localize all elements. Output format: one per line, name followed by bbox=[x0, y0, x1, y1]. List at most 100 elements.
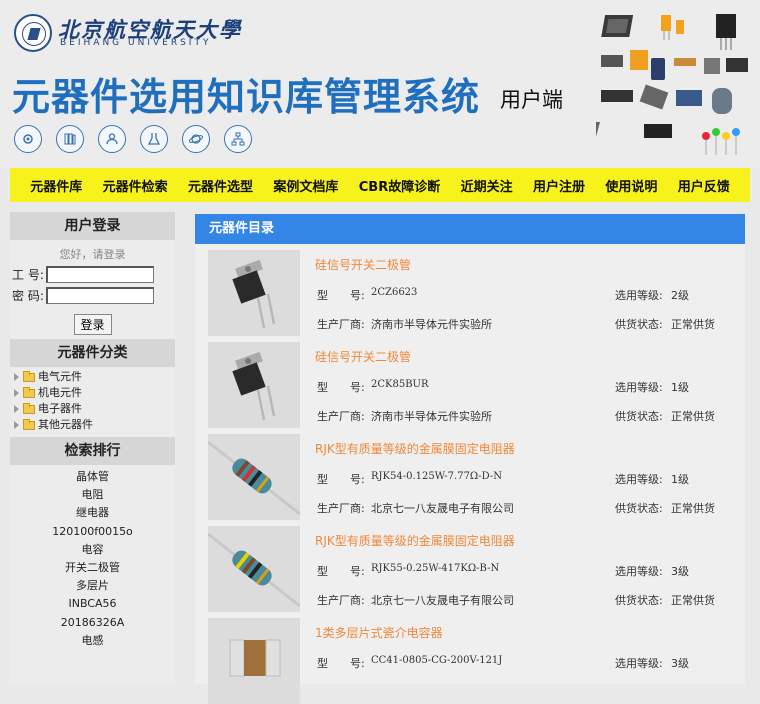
nav-register[interactable]: 用户注册 bbox=[533, 176, 585, 195]
books-icon[interactable] bbox=[56, 125, 84, 153]
led-icon bbox=[702, 128, 740, 155]
expand-arrow-icon[interactable] bbox=[14, 421, 19, 429]
catalog-item: 1类多层片式瓷介电容器 型 号: CC41-0805-CG-200V-121J … bbox=[195, 612, 745, 704]
login-heading: 用户登录 bbox=[10, 212, 175, 240]
capacitor-image[interactable] bbox=[208, 618, 300, 704]
password-row: 密 码: bbox=[12, 287, 175, 304]
catalog-item: 硅信号开关二极管 型 号: 2CK85BUR 选用等级: 1级 生产厂商: 济南… bbox=[195, 336, 745, 428]
login-hint: 您好，请登录 bbox=[59, 248, 126, 261]
id-row: 工 号: bbox=[12, 266, 175, 283]
ranking-item[interactable]: 开关二极管 bbox=[10, 559, 175, 577]
supply-value: 正常供货 bbox=[671, 410, 715, 423]
grade-value: 3级 bbox=[671, 657, 689, 670]
nav-case-library[interactable]: 案例文档库 bbox=[273, 176, 338, 195]
ranking-item[interactable]: 电阻 bbox=[10, 486, 175, 504]
category-item-electromechanical[interactable]: 机电元件 bbox=[14, 385, 175, 401]
expand-arrow-icon[interactable] bbox=[14, 373, 19, 381]
catalog-heading: 元器件目录 bbox=[195, 214, 745, 244]
category-item-electronic[interactable]: 电子器件 bbox=[14, 401, 175, 417]
ranking-item[interactable]: 晶体管 bbox=[10, 468, 175, 486]
category-item-other[interactable]: 其他元器件 bbox=[14, 417, 175, 433]
item-title[interactable]: RJK型有质量等级的金属膜固定电阻器 bbox=[315, 440, 515, 457]
nav-component-selection[interactable]: 元器件选型 bbox=[188, 176, 253, 195]
item-title[interactable]: 硅信号开关二极管 bbox=[315, 348, 411, 365]
diode-image[interactable] bbox=[208, 342, 300, 428]
components-illustration bbox=[596, 14, 748, 155]
maker-value: 北京七一八友晟电子有限公司 bbox=[371, 594, 514, 607]
id-input[interactable] bbox=[46, 266, 154, 283]
folder-icon bbox=[23, 386, 35, 398]
folder-icon bbox=[23, 418, 35, 430]
supply-label: 供货状态: bbox=[615, 502, 663, 515]
maker-value: 济南市半导体元件实验所 bbox=[371, 410, 492, 423]
diode-image[interactable] bbox=[208, 250, 300, 336]
catalog-item: 硅信号开关二极管 型 号: 2CZ6623 选用等级: 2级 生产厂商: 济南市… bbox=[195, 244, 745, 336]
ic-chip-icon bbox=[601, 15, 634, 37]
ranking-item[interactable]: 电感 bbox=[10, 632, 175, 650]
grade-value: 1级 bbox=[671, 381, 689, 394]
model-label: 型 号: bbox=[317, 657, 365, 670]
ranking-item[interactable]: 120100f0015o bbox=[10, 523, 175, 541]
login-button[interactable]: 登录 bbox=[73, 314, 112, 335]
nav-feedback[interactable]: 用户反馈 bbox=[678, 176, 730, 195]
model-label: 型 号: bbox=[317, 289, 365, 302]
supply-value: 正常供货 bbox=[671, 594, 715, 607]
nav-recent-focus[interactable]: 近期关注 bbox=[461, 176, 513, 195]
supply-label: 供货状态: bbox=[615, 594, 663, 607]
main-nav: 元器件库 元器件检索 元器件选型 案例文档库 CBR故障诊断 近期关注 用户注册… bbox=[10, 168, 750, 202]
resistor-image[interactable] bbox=[208, 434, 300, 520]
nav-component-library[interactable]: 元器件库 bbox=[30, 176, 82, 195]
item-title[interactable]: 硅信号开关二极管 bbox=[315, 256, 411, 273]
gear-icon[interactable] bbox=[14, 125, 42, 153]
system-subtitle: 用户端 bbox=[500, 88, 563, 112]
university-name-en: BEIHANG UNIVERSITY bbox=[60, 38, 212, 48]
maker-label: 生产厂商: bbox=[317, 318, 365, 331]
model-label: 型 号: bbox=[317, 381, 365, 394]
chemistry-icon[interactable] bbox=[140, 125, 168, 153]
folder-icon bbox=[23, 402, 35, 414]
maker-label: 生产厂商: bbox=[317, 410, 365, 423]
maker-value: 北京七一八友晟电子有限公司 bbox=[371, 502, 514, 515]
ranking-item[interactable]: INBCA56 bbox=[10, 595, 175, 613]
category-label: 电气元件 bbox=[38, 370, 82, 383]
folder-icon bbox=[23, 370, 35, 382]
transistor-icon bbox=[716, 14, 736, 50]
grade-label: 选用等级: bbox=[615, 565, 663, 578]
grade-value: 3级 bbox=[671, 565, 689, 578]
expand-arrow-icon[interactable] bbox=[14, 389, 19, 397]
system-title: 元器件选用知识库管理系统 bbox=[12, 75, 481, 119]
category-item-electrical[interactable]: 电气元件 bbox=[14, 369, 175, 385]
model-value: RJK55-0.25W-417KΩ-B-N bbox=[371, 563, 500, 574]
network-icon[interactable] bbox=[224, 125, 252, 153]
id-label: 工 号: bbox=[12, 268, 44, 282]
supply-label: 供货状态: bbox=[615, 410, 663, 423]
ranking-item[interactable]: 电容 bbox=[10, 541, 175, 559]
item-title[interactable]: RJK型有质量等级的金属膜固定电阻器 bbox=[315, 532, 515, 549]
nav-help[interactable]: 使用说明 bbox=[605, 176, 657, 195]
ranking-list: 晶体管 电阻 继电器 120100f0015o 电容 开关二极管 多层片 INB… bbox=[10, 465, 175, 650]
ranking-item[interactable]: 多层片 bbox=[10, 577, 175, 595]
category-label: 电子器件 bbox=[38, 402, 82, 415]
model-value: 2CK85BUR bbox=[371, 379, 429, 390]
planet-icon[interactable] bbox=[182, 125, 210, 153]
category-label: 其他元器件 bbox=[38, 418, 93, 431]
grade-label: 选用等级: bbox=[615, 473, 663, 486]
model-label: 型 号: bbox=[317, 473, 365, 486]
nav-cbr-diagnosis[interactable]: CBR故障诊断 bbox=[359, 176, 440, 195]
item-title[interactable]: 1类多层片式瓷介电容器 bbox=[315, 624, 443, 641]
grade-value: 1级 bbox=[671, 473, 689, 486]
grade-label: 选用等级: bbox=[615, 381, 663, 394]
password-input[interactable] bbox=[46, 287, 154, 304]
ranking-item[interactable]: 20186326A bbox=[10, 614, 175, 632]
expand-arrow-icon[interactable] bbox=[14, 405, 19, 413]
nav-component-search[interactable]: 元器件检索 bbox=[103, 176, 168, 195]
ranking-item[interactable]: 继电器 bbox=[10, 504, 175, 522]
user-icon[interactable] bbox=[98, 125, 126, 153]
supply-label: 供货状态: bbox=[615, 318, 663, 331]
resistor-image[interactable] bbox=[208, 526, 300, 612]
university-logo bbox=[14, 14, 52, 52]
category-label: 机电元件 bbox=[38, 386, 82, 399]
maker-value: 济南市半导体元件实验所 bbox=[371, 318, 492, 331]
model-label: 型 号: bbox=[317, 565, 365, 578]
category-tree: 电气元件 机电元件 电子器件 其他元器件 bbox=[10, 367, 175, 437]
